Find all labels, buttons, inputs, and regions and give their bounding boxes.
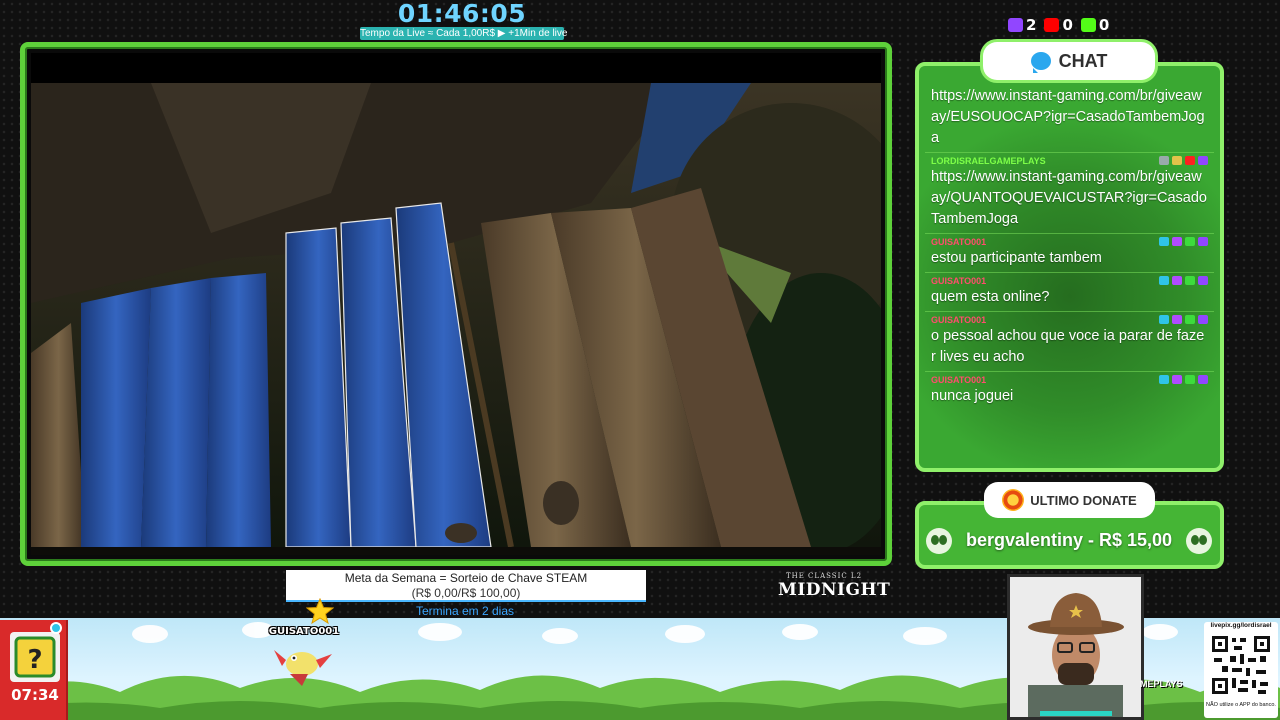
chat-message-text: estou participante tambem bbox=[931, 250, 1102, 266]
youtube-count: 0 bbox=[1062, 16, 1073, 34]
badge-icon bbox=[1172, 276, 1182, 285]
weekly-goal-box: Meta da Semana = Sorteio de Chave STEAM … bbox=[286, 570, 646, 602]
chat-message: GUISATO001 nunca joguei bbox=[925, 372, 1214, 410]
ghost-icon bbox=[926, 528, 952, 554]
countdown-time: 07:34 bbox=[11, 686, 59, 704]
coin-icon bbox=[1002, 489, 1025, 511]
last-donate-header: ULTIMO DONATE bbox=[984, 482, 1155, 518]
twitch-count: 2 bbox=[1026, 16, 1037, 34]
kick-count: 0 bbox=[1098, 16, 1110, 34]
game-view bbox=[31, 53, 881, 555]
twitch-icon bbox=[1198, 315, 1208, 324]
chat-badges bbox=[1159, 315, 1208, 324]
youtube-icon bbox=[1044, 18, 1060, 32]
qr-footer: NÃO utilize o APP do banco. bbox=[1206, 702, 1276, 708]
status-dot bbox=[50, 622, 62, 634]
chat-badges bbox=[1159, 237, 1208, 246]
bird-icon bbox=[274, 650, 332, 686]
letterbox-bar bbox=[31, 53, 881, 83]
mystery-card: ? bbox=[0, 620, 68, 720]
badge-icon bbox=[1159, 156, 1169, 165]
alert-username: GUISATO001 bbox=[268, 626, 340, 637]
badge-icon bbox=[1185, 375, 1195, 384]
game-capture-frame bbox=[20, 42, 892, 566]
badge-icon bbox=[1159, 315, 1169, 324]
youtube-icon bbox=[1185, 156, 1195, 165]
chat-panel: https://www.instant-gaming.com/br/giveaw… bbox=[915, 62, 1224, 472]
chat-message-text: https://www.instant-gaming.com/br/giveaw… bbox=[931, 169, 1207, 227]
ghost-icon bbox=[1186, 528, 1212, 554]
chat-message-list: https://www.instant-gaming.com/br/giveaw… bbox=[925, 84, 1214, 410]
badge-icon bbox=[1172, 315, 1182, 324]
question-block-icon: ? bbox=[10, 632, 60, 682]
badge-icon bbox=[1185, 315, 1195, 324]
chat-badges bbox=[1159, 156, 1208, 165]
game-scene bbox=[31, 83, 881, 547]
chat-message: LORDISRAELGAMEPLAYS https://www.instant-… bbox=[925, 153, 1214, 234]
chat-message-text: nunca joguei bbox=[931, 388, 1014, 404]
chat-badges bbox=[1159, 375, 1208, 384]
twitch-icon bbox=[1008, 18, 1023, 32]
qr-url: livepix.gg/lordisrael bbox=[1210, 622, 1272, 629]
twitch-icon bbox=[1198, 276, 1208, 285]
goal-title: Meta da Semana = Sorteio de Chave STEAM bbox=[344, 571, 588, 585]
chat-message-text: o pessoal achou que voce ia parar de faz… bbox=[931, 328, 1205, 365]
badge-icon bbox=[1185, 237, 1195, 246]
badge-icon bbox=[1159, 375, 1169, 384]
badge-icon bbox=[1185, 276, 1195, 285]
badge-icon bbox=[1172, 237, 1182, 246]
star-icon bbox=[306, 598, 334, 624]
live-timer: 01:46:05 Tempo da Live ≈ Cada 1,00R$ ▶ +… bbox=[360, 0, 568, 40]
chat-message: GUISATO001 estou participante tambem bbox=[925, 234, 1214, 273]
badge-icon bbox=[1172, 375, 1182, 384]
chat-header: CHAT bbox=[983, 42, 1155, 80]
last-donate-text: bergvalentiny - R$ 15,00 bbox=[965, 530, 1173, 550]
badge-icon bbox=[1159, 237, 1169, 246]
twitch-viewers: 2 bbox=[1008, 16, 1036, 34]
last-donate-title: ULTIMO DONATE bbox=[1030, 492, 1137, 508]
goal-amount: (R$ 0,00/R$ 100,00) bbox=[411, 586, 521, 600]
youtube-viewers: 0 bbox=[1044, 16, 1073, 34]
chat-title: CHAT bbox=[1058, 50, 1108, 71]
qr-code-icon bbox=[1210, 634, 1272, 696]
badge-icon bbox=[1159, 276, 1169, 285]
goal-progress-bar bbox=[286, 600, 646, 602]
twitch-icon bbox=[1198, 237, 1208, 246]
webcam-overlay-text: MEPLAYS bbox=[1140, 679, 1183, 689]
sponsor-logo-title: MIDNIGHT bbox=[778, 580, 891, 600]
badge-icon bbox=[1172, 156, 1182, 165]
timer-subtitle: Tempo da Live ≈ Cada 1,00R$ ▶ +1Min de l… bbox=[360, 27, 568, 40]
kick-viewers: 0 bbox=[1080, 16, 1110, 34]
sponsor-logo-subtitle: THE CLASSIC L2 bbox=[785, 572, 863, 580]
chat-message-text: https://www.instant-gaming.com/br/giveaw… bbox=[931, 88, 1205, 146]
platform-viewer-counts: 2 0 0 bbox=[1008, 16, 1109, 34]
kick-icon bbox=[1080, 18, 1096, 32]
chat-message: GUISATO001 o pessoal achou que voce ia p… bbox=[925, 312, 1214, 372]
svg-text:?: ? bbox=[27, 645, 42, 675]
chat-message: GUISATO001 quem esta online? bbox=[925, 273, 1214, 312]
chat-bubble-icon bbox=[1030, 52, 1051, 73]
twitch-icon bbox=[1198, 156, 1208, 165]
chat-message-text: quem esta online? bbox=[931, 289, 1050, 305]
webcam-feed bbox=[1007, 574, 1144, 720]
chat-message: https://www.instant-gaming.com/br/giveaw… bbox=[925, 84, 1214, 153]
chat-badges bbox=[1159, 276, 1208, 285]
twitch-icon bbox=[1198, 375, 1208, 384]
timer-value: 01:46:05 bbox=[397, 0, 527, 28]
sponsor-logo: THE CLASSIC L2 MIDNIGHT bbox=[778, 572, 891, 600]
goal-ends-text: Termina em 2 dias bbox=[415, 604, 515, 618]
